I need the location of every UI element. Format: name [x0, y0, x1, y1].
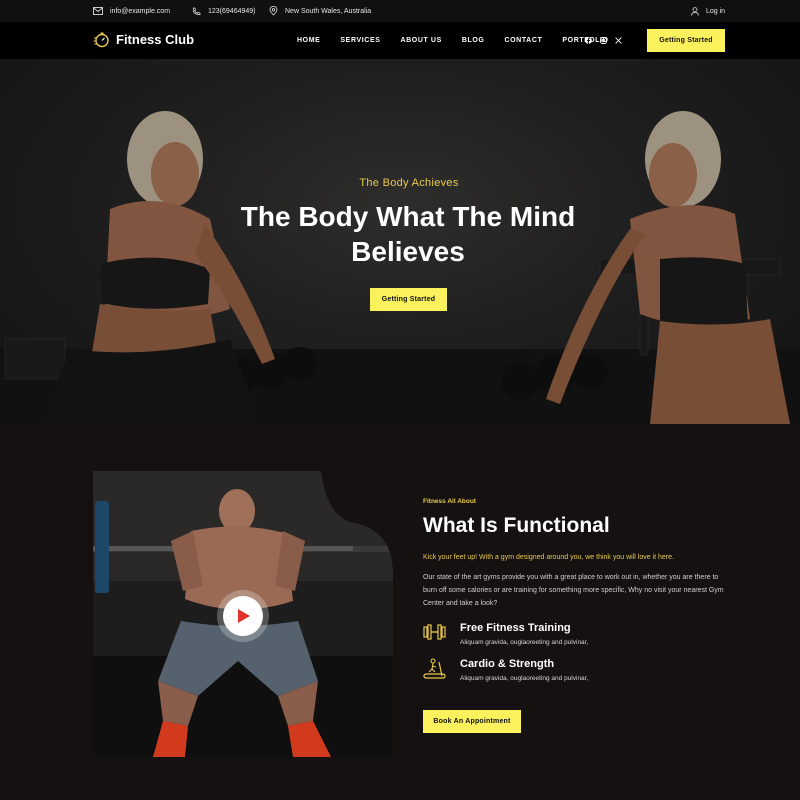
feature-title: Free Fitness Training [460, 622, 571, 634]
nav-link-about-us[interactable]: ABOUT US [400, 37, 441, 44]
nav-getting-started-button[interactable]: Getting Started [647, 29, 725, 52]
email-text[interactable]: info@example.com [110, 8, 170, 15]
nav-link-contact[interactable]: CONTACT [504, 37, 542, 44]
dumbbell-icon [423, 624, 446, 640]
hero-subtitle: The Body Achieves [359, 177, 459, 189]
logo-text: Fitness Club [116, 32, 195, 47]
section-body: Our state of the art gyms provide you wi… [423, 574, 724, 607]
phone-icon [192, 7, 201, 15]
hero-getting-started-button[interactable]: Getting Started [370, 288, 447, 311]
hero-section: The Body Achieves The Body What The Mind… [0, 59, 800, 424]
nav-links: HOME SERVICES ABOUT US BLOG CONTACT PORT… [297, 22, 629, 59]
book-appointment-button[interactable]: Book An Appointment [423, 710, 521, 733]
play-button[interactable] [223, 596, 263, 636]
phone-info[interactable]: 123(69464949) [192, 0, 256, 22]
section-title: What Is Functional [423, 514, 610, 537]
facebook-icon[interactable] [585, 37, 592, 44]
section-lead: Kick your feet up! With a gym designed a… [423, 554, 674, 561]
play-icon [238, 609, 250, 623]
x-icon[interactable] [615, 37, 622, 44]
email-info[interactable]: info@example.com [93, 0, 170, 22]
feature-free-fitness-training: Free Fitness Training Aliquam gravida, o… [423, 622, 683, 652]
nav-link-services[interactable]: SERVICES [340, 37, 380, 44]
feature-description: Aliquam gravida, ouglaoreeting and pulvi… [460, 675, 589, 682]
user-icon [691, 6, 699, 16]
mail-icon [93, 7, 103, 15]
feature-description: Aliquam gravida, ouglaoreeting and pulvi… [460, 639, 589, 646]
social-links [585, 22, 622, 59]
main-navbar: Fitness Club HOME SERVICES ABOUT US BLOG… [0, 22, 800, 59]
instagram-icon[interactable] [600, 37, 607, 44]
location-info: New South Wales, Australia [269, 0, 371, 22]
hero-title: The Body What The Mind Believes [240, 201, 576, 267]
treadmill-icon [423, 658, 446, 679]
login-link[interactable]: Log in [691, 0, 725, 22]
nav-link-home[interactable]: HOME [297, 37, 320, 44]
top-info-bar: info@example.com 123(69464949) New South… [0, 0, 800, 22]
stopwatch-logo-icon [93, 32, 109, 48]
location-text: New South Wales, Australia [285, 7, 372, 15]
video-thumbnail[interactable] [93, 471, 393, 757]
site-logo[interactable]: Fitness Club [93, 31, 194, 48]
phone-text[interactable]: 123(69464949) [208, 8, 256, 15]
location-pin-icon [269, 6, 278, 16]
section-label: Fitness All About [423, 498, 476, 505]
login-label[interactable]: Log in [706, 8, 725, 15]
functional-section [0, 424, 800, 800]
feature-cardio-strength: Cardio & Strength Aliquam gravida, ougla… [423, 658, 683, 688]
feature-title: Cardio & Strength [460, 658, 555, 670]
nav-link-blog[interactable]: BLOG [462, 37, 485, 44]
